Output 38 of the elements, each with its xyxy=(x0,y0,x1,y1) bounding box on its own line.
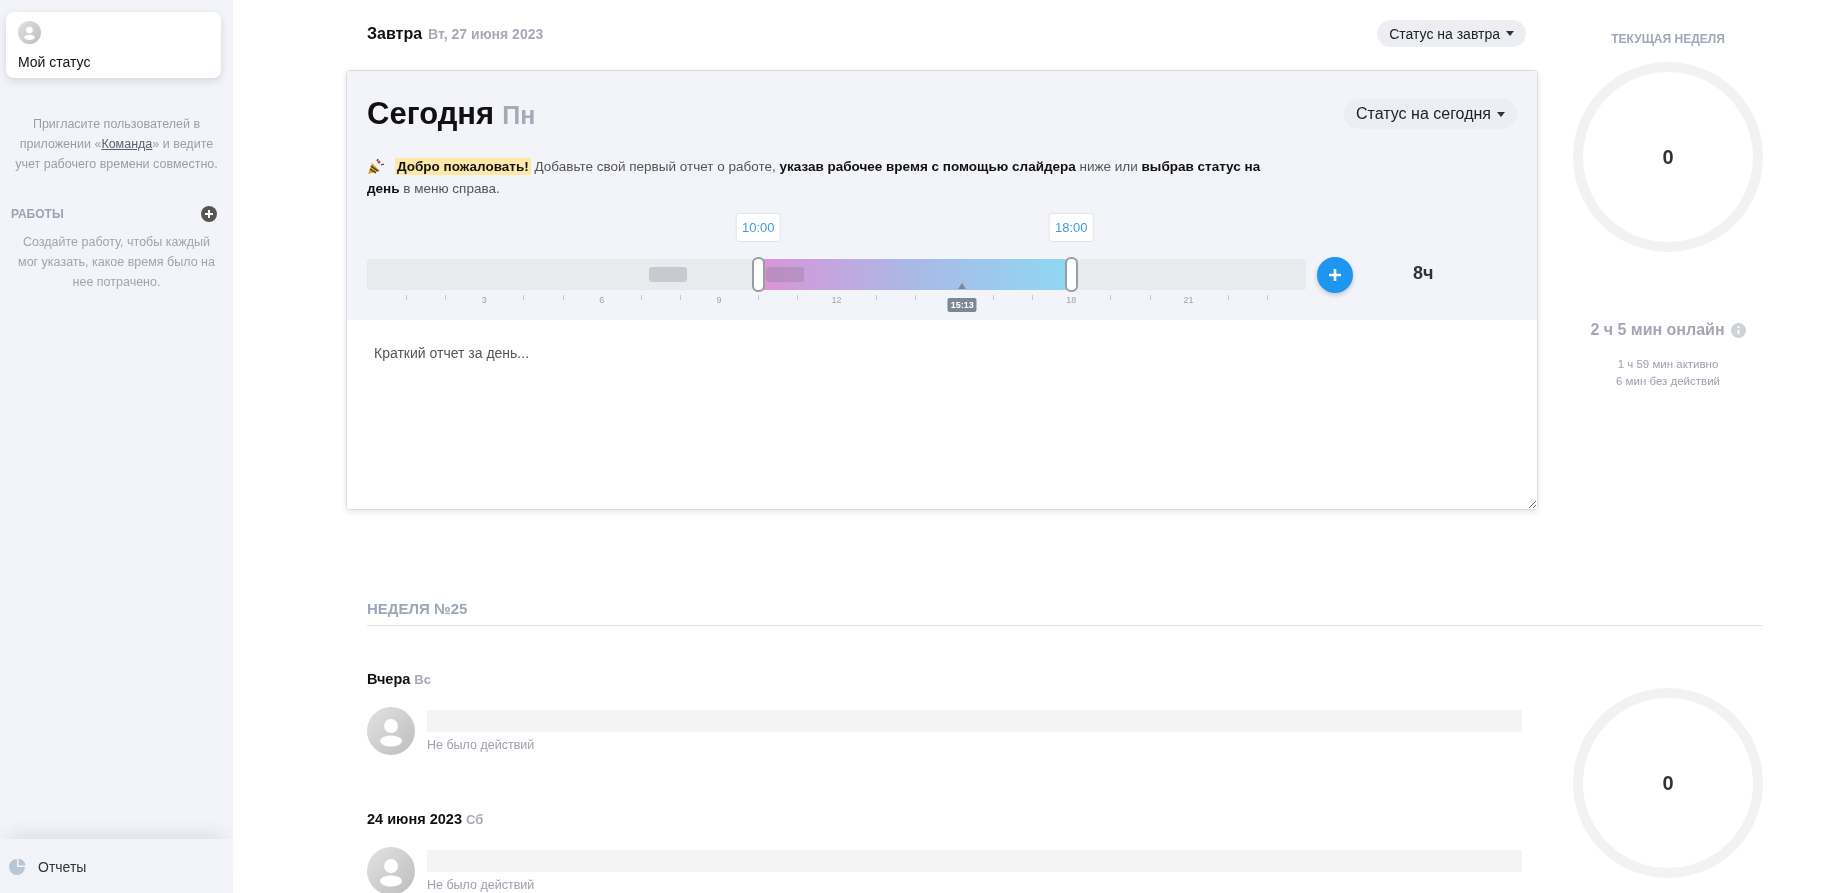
hour-label: 9 xyxy=(716,295,722,305)
idle-time: 6 мин без действий xyxy=(1615,374,1720,389)
hour-label: 12 xyxy=(831,295,842,305)
welcome-message: Добро пожаловать! Добавьте свой первый отчет о работе, указав рабочее время с помощью слайдера ниже или выбрав статус на день в меню справа. xyxy=(367,157,1262,198)
report-field[interactable]: Краткий отчет за день... xyxy=(347,320,1537,509)
day-title: Вчера xyxy=(367,671,411,687)
invite-text: Пригласите пользователей в приложении «Команда» и ведите учет рабочего времени совместно. xyxy=(14,116,219,173)
status-label: Мой статус xyxy=(18,54,92,70)
total-hours: 8ч xyxy=(1413,263,1434,284)
works-hint: Создайте работу, чтобы каждый мог указать, какое время было на нее потрачено. xyxy=(17,234,216,291)
status-dropdown[interactable]: Статус на сегодня xyxy=(1344,99,1517,129)
hour-label: 3 xyxy=(481,295,487,305)
hour-label: 6 xyxy=(599,295,605,305)
current-time-marker: 15:13 xyxy=(947,298,977,312)
week-heading: НЕДЕЛЯ №25 xyxy=(366,600,469,619)
online-time: 2 ч 5 мин онлайн xyxy=(1590,321,1725,339)
hour-label: 18 xyxy=(1066,295,1077,305)
today-title: Сегодня xyxy=(367,96,495,131)
week-title: ТЕКУЩАЯ НЕДЕЛЯ xyxy=(1611,32,1725,46)
active-time: 1 ч 59 мин активно xyxy=(1617,357,1719,372)
day-weekday: Сб xyxy=(465,812,484,827)
team-link[interactable]: Команда xyxy=(101,137,153,151)
reports-link[interactable]: Отчеты xyxy=(38,859,87,875)
today-weekday: Пн xyxy=(502,101,536,129)
ring-value: 0 xyxy=(1662,771,1674,795)
start-time-label: 10:00 xyxy=(736,213,781,242)
day-title: 24 июня 2023 xyxy=(367,811,462,827)
day-date: Вт, 27 июня 2023 xyxy=(428,25,544,42)
day-weekday: Вс xyxy=(414,672,431,687)
day-status: Не было действий xyxy=(427,738,536,752)
day-title: Завтра xyxy=(367,24,423,42)
hour-label: 21 xyxy=(1183,295,1194,305)
ring-value: 0 xyxy=(1662,145,1674,169)
status-card[interactable]: Мой статус xyxy=(6,12,221,78)
day-status: Не было действий xyxy=(427,878,536,892)
section-title: РАБОТЫ xyxy=(11,207,64,221)
end-time-label: 18:00 xyxy=(1049,213,1094,242)
status-dropdown[interactable]: Статус на завтра xyxy=(1377,20,1526,47)
